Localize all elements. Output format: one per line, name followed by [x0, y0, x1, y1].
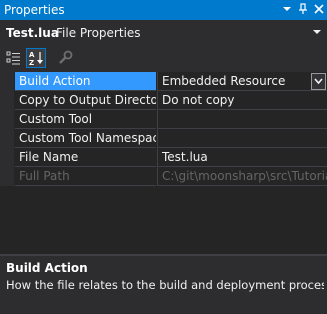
- close-icon: [314, 4, 324, 14]
- property-value[interactable]: Embedded Resource: [157, 72, 327, 91]
- property-name[interactable]: Build Action: [15, 72, 156, 91]
- property-value[interactable]: Test.lua: [157, 148, 327, 167]
- chevron-down-icon: [283, 7, 291, 11]
- object-type: File Properties: [56, 26, 141, 40]
- property-name[interactable]: Full Path: [15, 167, 156, 186]
- property-value[interactable]: [157, 110, 327, 129]
- property-row-build-action[interactable]: Build Action Embedded Resource: [0, 72, 327, 91]
- property-pages-icon: [59, 50, 73, 64]
- categorized-icon: [6, 51, 20, 65]
- description-title: Build Action: [6, 261, 88, 275]
- property-row-file-name[interactable]: File Name Test.lua: [0, 148, 327, 167]
- property-value[interactable]: [157, 129, 327, 148]
- window-title: Properties: [4, 3, 65, 17]
- svg-text:Z: Z: [29, 59, 34, 67]
- alphabetical-icon: A Z: [29, 51, 43, 67]
- chevron-down-icon[interactable]: [312, 27, 322, 37]
- window-menu-button[interactable]: [279, 1, 295, 17]
- title-bar: Properties: [0, 0, 327, 20]
- property-grid: Build Action Embedded Resource Copy to O…: [0, 72, 327, 254]
- property-row-full-path[interactable]: Full Path C:\git\moonsharp\src\Tutorial\: [0, 167, 327, 186]
- property-name[interactable]: Custom Tool Namespace: [15, 129, 156, 148]
- categorized-button[interactable]: [4, 48, 24, 68]
- properties-toolbar: A Z: [0, 46, 327, 72]
- property-name[interactable]: Copy to Output Directory: [15, 91, 156, 110]
- close-button[interactable]: [311, 1, 327, 17]
- property-row-copy-to-output[interactable]: Copy to Output Directory Do not copy: [0, 91, 327, 110]
- object-name: Test.lua: [6, 26, 59, 40]
- property-row-custom-tool[interactable]: Custom Tool: [0, 110, 327, 129]
- description-text: How the file relates to the build and de…: [6, 278, 324, 292]
- svg-text:A: A: [29, 51, 35, 59]
- property-row-custom-tool-namespace[interactable]: Custom Tool Namespace: [0, 129, 327, 148]
- object-selector[interactable]: Test.lua File Properties: [0, 21, 327, 45]
- value-dropdown-button[interactable]: [311, 73, 326, 90]
- pin-button[interactable]: [295, 1, 311, 17]
- property-name[interactable]: Custom Tool: [15, 110, 156, 129]
- property-value[interactable]: C:\git\moonsharp\src\Tutorial\: [157, 167, 327, 186]
- property-name[interactable]: File Name: [15, 148, 156, 167]
- property-value[interactable]: Do not copy: [157, 91, 327, 110]
- chevron-down-icon: [314, 78, 323, 85]
- pin-icon: [299, 3, 307, 14]
- description-pane: Build Action How the file relates to the…: [0, 256, 327, 314]
- property-pages-button[interactable]: [56, 48, 76, 68]
- alphabetical-button[interactable]: A Z: [26, 48, 46, 68]
